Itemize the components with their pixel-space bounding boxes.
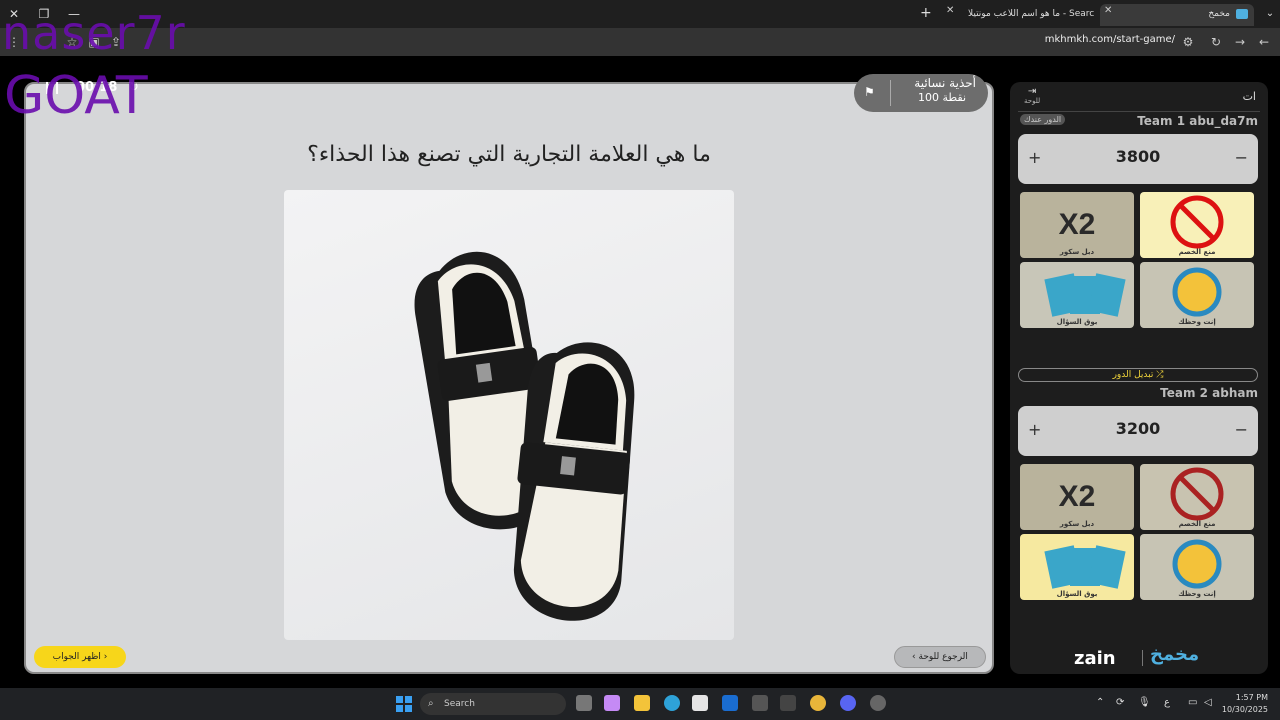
panel-title: ات [1242, 90, 1256, 103]
luck-wheel-card[interactable]: إنت وحظك [1140, 534, 1254, 600]
switch-turn-button[interactable]: تبديل الدور ⤮ [1018, 368, 1258, 382]
divider [890, 80, 891, 106]
question-stage: ❙❙ 00:18 ↻ ⚑ أحذية نسائية 100 نقطة ما هي… [24, 74, 994, 674]
app-icon[interactable] [870, 695, 886, 711]
power-label: منع الخصم [1178, 248, 1216, 256]
power-label: دبل سكور [1059, 520, 1095, 528]
power-label: دبل سكور [1059, 248, 1095, 256]
question-cards-card[interactable]: بوق السؤال [1020, 262, 1134, 328]
shuffle-icon: ⤮ [1156, 370, 1164, 380]
discord-icon[interactable] [840, 695, 856, 711]
taskbar: ⌕ Search ⌃ ⟳ 🎙 ع ▭ ◁ 1:57 PM 10/30/2025 [0, 688, 1280, 720]
taskbar-search[interactable]: ⌕ Search [420, 693, 566, 715]
file-explorer-icon[interactable] [634, 695, 650, 711]
volume-icon[interactable]: ◁ [1204, 697, 1212, 708]
watermark-name: naser7r [2, 6, 186, 60]
tab-close-icon[interactable]: ✕ [946, 5, 954, 16]
show-answer-button[interactable]: اظهر الجواب › [34, 646, 126, 668]
board-label: للوحة [1024, 97, 1041, 105]
power-label: إنت وحظك [1178, 590, 1216, 598]
outlook-icon[interactable] [722, 695, 738, 711]
team1-score: 3800 [1115, 147, 1161, 166]
app-icon[interactable] [752, 695, 768, 711]
power-label: إنت وحظك [1178, 318, 1216, 326]
team2-score-box: + 3200 − [1018, 406, 1258, 456]
switch-turn-label: تبديل الدور [1112, 370, 1154, 380]
logo-divider [1142, 650, 1143, 666]
forward-icon[interactable]: → [1232, 34, 1248, 50]
task-view-icon[interactable] [576, 695, 592, 711]
tab-label: مخمخ [1208, 9, 1230, 19]
team2-powerups: X2 دبل سكور منع الخصم بوق السؤال إنت وحظ… [1020, 464, 1256, 602]
copilot-icon[interactable] [604, 695, 620, 711]
power-label: منع الخصم [1178, 520, 1216, 528]
team1-powerups: X2 دبل سكور منع الخصم بوق السؤال إنت وحظ… [1020, 192, 1256, 330]
block-opponent-card[interactable]: منع الخصم [1140, 464, 1254, 530]
edge-icon[interactable] [664, 695, 680, 711]
decrease-score-icon[interactable]: − [1235, 420, 1248, 439]
tab-search[interactable]: ما هو اسم اللاعب مونتيلا - Search [960, 4, 1094, 26]
chrome-icon[interactable] [810, 695, 826, 711]
category-points: 100 نقطة [917, 91, 966, 104]
back-to-board-button[interactable]: ‹ الرجوع للوحة [894, 646, 986, 668]
search-icon: ⌕ [428, 698, 434, 709]
browser-tab-bar: ✕ ❐ — + ما هو اسم اللاعب مونتيلا - Searc… [0, 0, 1280, 28]
tab-search-chevron-icon[interactable]: ⌄ [1260, 4, 1280, 24]
loafers-image [414, 251, 635, 621]
block-opponent-card[interactable]: منع الخصم [1140, 192, 1254, 258]
team2-score: 3200 [1115, 419, 1161, 438]
double-score-card[interactable]: X2 دبل سكور [1020, 464, 1134, 530]
team1-score-box: + 3800 − [1018, 134, 1258, 184]
new-tab-icon[interactable]: + [920, 5, 932, 21]
clock-date: 10/30/2025 [1221, 705, 1268, 714]
tab-close-icon[interactable]: ✕ [1104, 5, 1112, 16]
question-text: ما هي العلامة التجارية التي تصنع هذا الح… [307, 142, 711, 167]
question-cards-card[interactable]: بوق السؤال [1020, 534, 1134, 600]
store-icon[interactable] [692, 695, 708, 711]
double-score-card[interactable]: X2 دبل سكور [1020, 192, 1134, 258]
svg-text:X2: X2 [1059, 480, 1096, 513]
panel-header: ⇥ للوحة ات [1018, 84, 1260, 112]
question-image [284, 190, 734, 640]
show-answer-label: اظهر الجواب [52, 652, 101, 662]
language-indicator[interactable]: ع [1164, 697, 1170, 708]
tab-label: ما هو اسم اللاعب مونتيلا - Search [968, 9, 1094, 19]
teams-panel: ⇥ للوحة ات Team 1 abu_da7m الدور عندك + … [1010, 82, 1268, 674]
turn-badge: الدور عندك [1020, 114, 1066, 125]
app-icon[interactable] [780, 695, 796, 711]
luck-wheel-card[interactable]: إنت وحظك [1140, 262, 1254, 328]
tray-chevron-icon[interactable]: ⌃ [1096, 697, 1104, 708]
clock-time: 1:57 PM [1235, 693, 1268, 702]
tab-game[interactable]: مخمخ [1100, 4, 1254, 26]
decrease-score-icon[interactable]: − [1235, 148, 1248, 167]
category-badge: ⚑ أحذية نسائية 100 نقطة [854, 74, 988, 112]
microphone-icon[interactable]: 🎙 [1138, 697, 1151, 708]
flag-icon[interactable]: ⚑ [864, 85, 875, 99]
clock[interactable]: 1:57 PM 10/30/2025 [1222, 692, 1268, 716]
taskbar-search-label: Search [444, 699, 475, 709]
address-bar[interactable]: mkhmkh.com/start-game/ [1045, 34, 1175, 45]
category-name: أحذية نسائية [914, 76, 976, 90]
power-label: بوق السؤال [1056, 318, 1098, 326]
mkhmkh-logo: مخمخ [1150, 644, 1200, 665]
reload-icon[interactable]: ↻ [1208, 34, 1224, 50]
power-label: بوق السؤال [1056, 590, 1098, 598]
board-button[interactable]: ⇥ للوحة [1024, 86, 1040, 105]
team2-name: Team 2 abham [1160, 386, 1258, 400]
watermark-goat: GOAT [4, 66, 148, 126]
chevron-right-icon: › [103, 652, 108, 662]
tray-app-icon[interactable]: ⟳ [1116, 697, 1124, 708]
windows-start-icon[interactable] [396, 696, 412, 712]
site-favicon-icon [1236, 9, 1248, 19]
network-icon[interactable]: ▭ [1188, 697, 1197, 708]
zain-logo: zain [1074, 648, 1116, 669]
browser-toolbar: ⋮ ☆ ▣ ⇪ mkhmkh.com/start-game/ ⚙ ↻ → ← [0, 28, 1280, 56]
svg-text:X2: X2 [1059, 208, 1096, 241]
site-settings-icon[interactable]: ⚙ [1180, 34, 1196, 50]
exit-to-board-icon: ⇥ [1027, 86, 1037, 97]
back-to-board-label: الرجوع للوحة [918, 652, 968, 662]
back-icon[interactable]: ← [1256, 34, 1272, 50]
team1-name: Team 1 abu_da7m [1137, 114, 1258, 128]
